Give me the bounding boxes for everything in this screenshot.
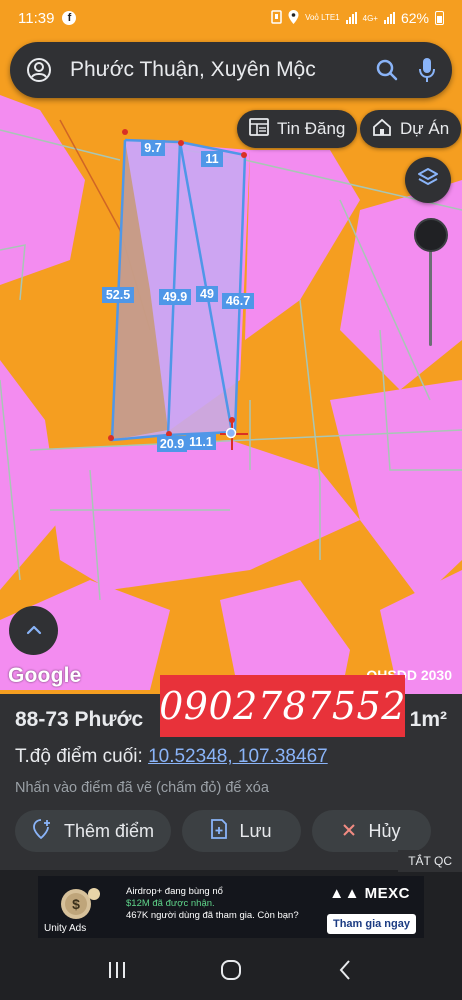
house-icon (372, 118, 392, 141)
project-chip-label: Dự Án (400, 119, 450, 138)
status-bar: 11:39 f Voỏ LTE1 4G+ 62% (0, 0, 462, 36)
location-icon (288, 9, 299, 27)
microphone-icon[interactable] (418, 57, 436, 83)
ad-line-2: $12M đã được nhận. (126, 898, 215, 909)
opacity-slider-track[interactable] (429, 236, 432, 346)
add-point-label: Thêm điểm (63, 820, 155, 841)
dimension-label: 20.9 (160, 437, 184, 451)
expand-button[interactable] (9, 606, 58, 655)
bottom-sheet: 88-73 Phước 1m² 0902787552 T.độ điểm cuố… (0, 675, 462, 870)
dimension-label: 11 (205, 152, 218, 166)
coordinate-link[interactable]: 10.52348, 107.38467 (148, 746, 328, 767)
opacity-slider-knob[interactable] (414, 218, 448, 252)
cancel-button[interactable]: Hủy (312, 810, 431, 852)
newspaper-icon (249, 117, 269, 141)
google-logo: Google (8, 664, 82, 687)
network-type: 4G+ (362, 13, 378, 23)
listing-chip[interactable]: Tin Đăng (237, 110, 358, 148)
ad-text: Airdrop+ đang bùng nổ $12M đã được nhận.… (126, 886, 299, 922)
coordinate-row: T.độ điểm cuối: 10.52348, 107.38467 (15, 746, 328, 768)
ad-line-3: 467K người dùng đã tham gia. Còn bạn? (126, 910, 299, 921)
add-point-button[interactable]: Thêm điểm (15, 810, 171, 852)
vertex-point[interactable] (178, 140, 184, 146)
phone-number: 0902787552 (159, 684, 406, 728)
vertex-point[interactable] (122, 129, 128, 135)
save-label: Lưu (239, 820, 272, 841)
facebook-icon: f (62, 11, 77, 25)
dimension-label: 11.1 (189, 435, 213, 449)
listing-chip-label: Tin Đăng (277, 119, 346, 138)
add-location-icon (32, 818, 52, 844)
layers-button[interactable] (405, 157, 451, 203)
phone-overlay: 0902787552 (159, 675, 406, 737)
signal-icon (383, 12, 395, 24)
vertex-point[interactable] (108, 435, 114, 441)
save-button[interactable]: Lưu (182, 810, 301, 852)
close-icon (342, 821, 356, 842)
vertex-point[interactable] (241, 152, 247, 158)
parcel-area: 1m² (409, 708, 447, 731)
ad-brand-label: MEXC (364, 885, 410, 902)
battery-icon (435, 11, 444, 25)
dimension-label: 49.9 (163, 290, 187, 304)
back-icon (339, 960, 350, 980)
coordinate-label: T.độ điểm cuối: (15, 746, 143, 767)
ad-network-label: Unity Ads (44, 923, 87, 934)
map-canvas[interactable]: 9.7 11 52.5 49.9 49 46.7 20.9 11.1 (0, 0, 462, 700)
recent-apps-icon (109, 962, 125, 978)
parcel-title: 88-73 Phước (15, 708, 144, 731)
notification-icon (271, 9, 282, 27)
ad-brand: ▲▲ MEXC (329, 885, 410, 902)
search-input[interactable]: Phước Thuận, Xuyên Mộc (70, 58, 376, 82)
dimension-label: 52.5 (106, 288, 130, 302)
map-view[interactable]: 9.7 11 52.5 49.9 49 46.7 20.9 11.1 (0, 0, 462, 700)
coin-icon: $ (61, 888, 100, 919)
svg-text:$: $ (72, 896, 80, 912)
system-nav-bar (0, 940, 462, 1000)
ad-line-1: Airdrop+ đang bùng nổ (126, 886, 223, 897)
project-chip[interactable]: Dự Án (360, 110, 462, 148)
save-icon (211, 818, 228, 844)
status-time: 11:39 (18, 9, 55, 27)
hide-ads-button[interactable]: TẮT QC (398, 850, 462, 872)
last-point-marker[interactable] (225, 427, 237, 439)
mexc-logo-icon: ▲▲ (329, 885, 360, 902)
dimension-label: 49 (200, 287, 214, 301)
delete-hint: Nhấn vào điểm đã vẽ (chấm đỏ) để xóa (15, 780, 269, 796)
dimension-label: 46.7 (226, 294, 250, 308)
ad-cta-button[interactable]: Tham gia ngay (326, 914, 416, 934)
home-icon (221, 960, 241, 980)
search-icon[interactable] (376, 59, 398, 81)
home-button[interactable] (206, 945, 256, 995)
cancel-label: Hủy (368, 820, 401, 841)
dimension-label: 9.7 (144, 141, 161, 155)
back-button[interactable] (320, 945, 370, 995)
signal-icon (345, 12, 357, 24)
ad-banner[interactable]: $ Airdrop+ đang bùng nổ $12M đã được nhậ… (38, 876, 424, 938)
chevron-up-icon (26, 622, 42, 640)
account-icon[interactable] (26, 57, 52, 83)
search-bar[interactable]: Phước Thuận, Xuyên Mộc (10, 42, 452, 98)
network-label: Voỏ LTE1 (305, 13, 340, 22)
layers-icon (417, 167, 439, 194)
battery-percent: 62% (400, 10, 429, 26)
recent-apps-button[interactable] (92, 945, 142, 995)
